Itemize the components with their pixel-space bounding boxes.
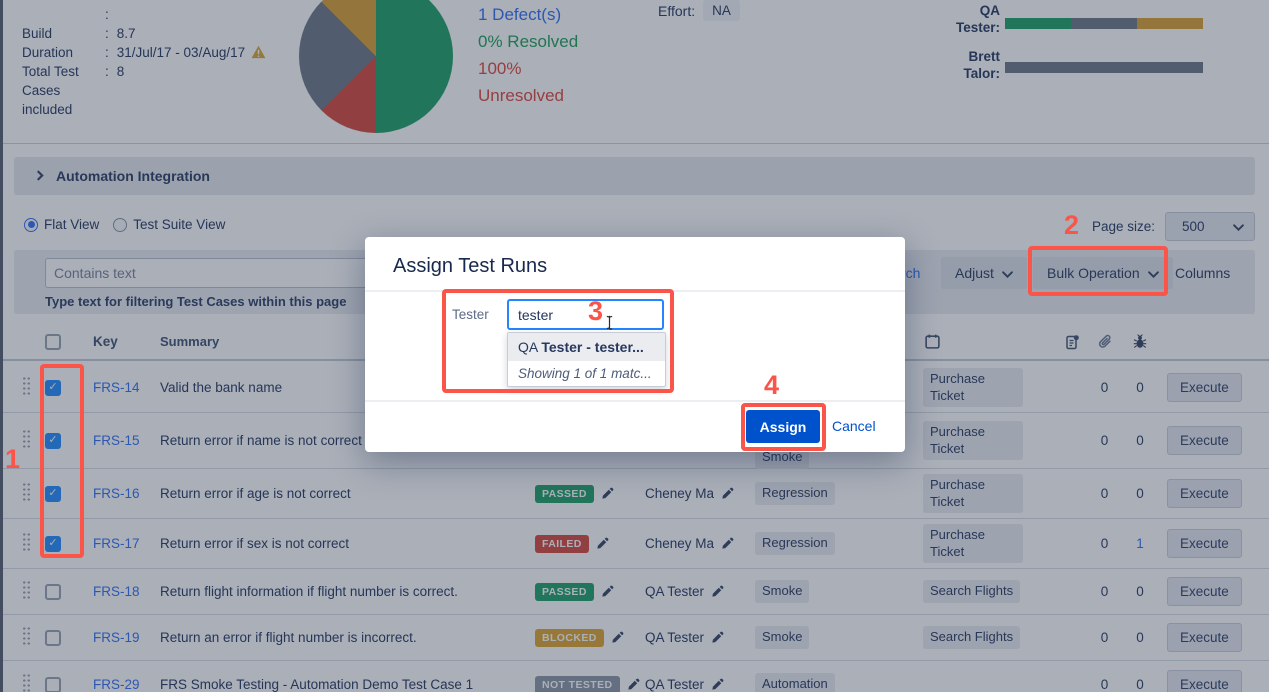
- cancel-link[interactable]: Cancel: [832, 418, 876, 434]
- tester-suggestions-dropdown: QA Tester - tester... Showing 1 of 1 mat…: [507, 332, 666, 387]
- annotation-step-4: 4: [764, 372, 779, 399]
- text-cursor: [605, 315, 614, 333]
- suggestions-result-note: Showing 1 of 1 matc...: [508, 361, 665, 386]
- assign-test-runs-dialog: Assign Test Runs Tester QA Tester - test…: [365, 237, 905, 452]
- annotation-step-3: 3: [588, 298, 603, 325]
- dialog-title: Assign Test Runs: [365, 237, 905, 292]
- annotation-step-2: 2: [1064, 212, 1079, 239]
- tester-field-label: Tester: [452, 307, 489, 322]
- tester-input[interactable]: [507, 299, 664, 330]
- annotation-step-1: 1: [5, 446, 20, 473]
- tester-suggestion-item[interactable]: QA Tester - tester...: [508, 333, 665, 361]
- assign-button[interactable]: Assign: [746, 410, 820, 443]
- dialog-footer: [365, 400, 905, 452]
- test-plan-page: :121 : Build :8.7 Duration :31/Jul/17 - …: [0, 0, 1269, 692]
